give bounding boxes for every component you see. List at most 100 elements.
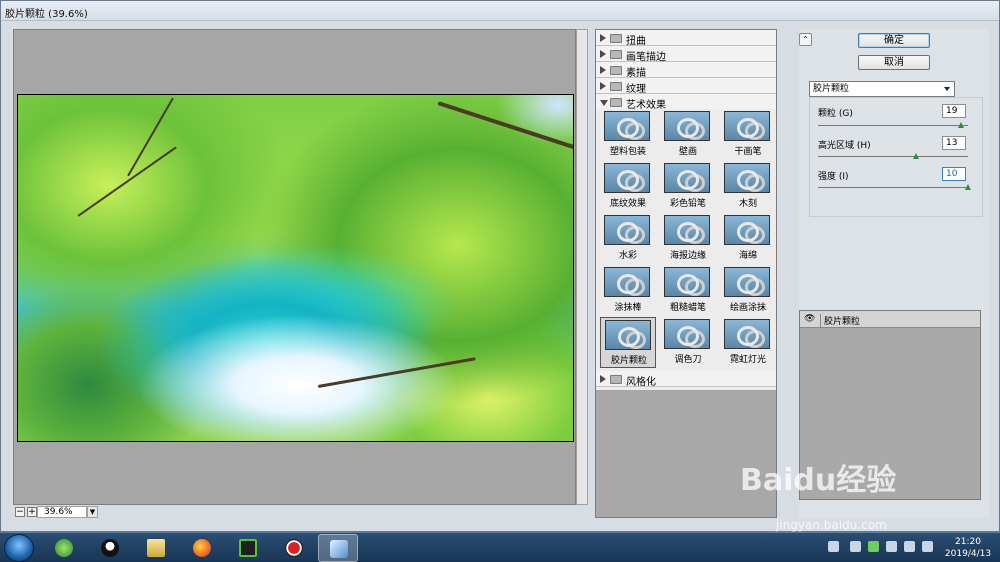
record-icon — [285, 539, 303, 557]
notification-icon[interactable] — [922, 541, 933, 552]
ok-button[interactable]: 确定 — [858, 33, 930, 48]
title-bar[interactable]: 胶片颗粒 (39.6%) — [1, 1, 999, 21]
filter-thumbnail[interactable]: 粗糙蜡笔 — [660, 265, 716, 316]
filter-thumbnail[interactable]: 海报边缘 — [660, 213, 716, 264]
filter-thumbnail-label: 海绵 — [738, 251, 757, 261]
zoom-in-button[interactable]: + — [27, 507, 37, 517]
category-sketch[interactable]: 素描 — [596, 62, 776, 79]
taskbar-app-iqiyi[interactable] — [228, 534, 268, 562]
preview-image[interactable] — [17, 94, 574, 442]
expand-arrow-icon — [600, 34, 606, 42]
filter-thumbnail[interactable]: 壁画 — [660, 109, 716, 160]
filter-preview-icon — [724, 319, 770, 349]
taskbar-app-360[interactable] — [44, 534, 84, 562]
filter-thumbnail[interactable]: 水彩 — [600, 213, 656, 264]
filter-preview-icon — [604, 215, 650, 245]
intensity-input[interactable]: 10 — [942, 167, 966, 181]
collapse-arrow-icon — [600, 100, 608, 106]
filter-thumbnail[interactable]: 胶片颗粒 — [600, 317, 656, 368]
filter-thumbnail[interactable]: 彩色铅笔 — [660, 161, 716, 212]
expand-arrow-icon — [600, 375, 606, 383]
chevron-down-icon — [944, 87, 950, 91]
folder-icon — [147, 539, 165, 557]
grain-slider-track[interactable] — [818, 125, 968, 126]
category-distort[interactable]: 扭曲 — [596, 30, 776, 47]
taskbar-clock[interactable]: 21:20 2019/4/13 — [940, 536, 996, 560]
category-brush-strokes[interactable]: 画笔描边 — [596, 46, 776, 63]
filter-thumbnail[interactable]: 底纹效果 — [600, 161, 656, 212]
intensity-slider-track[interactable] — [818, 187, 968, 188]
keyboard-icon[interactable] — [828, 541, 839, 552]
filter-thumbnail-label: 塑料包装 — [609, 147, 646, 157]
filter-thumbnail-label: 水彩 — [618, 251, 637, 261]
cancel-button[interactable]: 取消 — [858, 55, 930, 70]
effect-layer-row[interactable]: 👁 胶片颗粒 — [800, 311, 980, 328]
filter-preview-icon — [604, 267, 650, 297]
taskbar-app-explorer[interactable] — [136, 534, 176, 562]
watermark-url: jingyan.baidu.com — [776, 518, 887, 532]
taskbar-app-qq[interactable] — [90, 534, 130, 562]
filter-thumbnail[interactable]: 干画笔 — [720, 109, 776, 160]
filter-thumbnail-label: 彩色铅笔 — [669, 199, 706, 209]
taskbar-app-recorder[interactable] — [274, 534, 314, 562]
expand-arrow-icon — [600, 82, 606, 90]
category-stylize[interactable]: 风格化 — [596, 371, 776, 388]
category-texture[interactable]: 纹理 — [596, 78, 776, 95]
grain-input[interactable]: 19 — [942, 104, 966, 118]
taskbar-app-photoshop[interactable] — [318, 534, 358, 562]
filter-preview-icon — [724, 111, 770, 141]
category-label: 素描 — [626, 68, 646, 79]
filter-select-value: 胶片颗粒 — [813, 84, 850, 94]
filter-thumbnail[interactable]: 绘画涂抹 — [720, 265, 776, 316]
chevron-up-icon[interactable] — [850, 541, 861, 552]
highlight-input[interactable]: 13 — [942, 136, 966, 150]
expand-arrow-icon — [600, 50, 606, 58]
zoom-dropdown-button[interactable]: ▼ — [87, 506, 98, 518]
video-icon — [239, 539, 257, 557]
filter-thumbnail[interactable]: 霓虹灯光 — [720, 317, 776, 368]
filter-thumbnail[interactable]: 塑料包装 — [600, 109, 656, 160]
filter-preview-icon — [724, 215, 770, 245]
filter-select[interactable]: 胶片颗粒 — [809, 81, 955, 97]
start-button[interactable] — [4, 534, 34, 562]
eye-icon[interactable]: 👁 — [804, 314, 816, 324]
system-tray — [820, 541, 940, 555]
filter-parameters: 颗粒 (G) 19 高光区域 (H) 13 强度 (I) 10 — [809, 97, 983, 217]
filter-thumbnail[interactable]: 调色刀 — [660, 317, 716, 368]
filter-gallery-panel: 扭曲 画笔描边 素描 纹理 艺术效果 塑料包装 壁画干画笔 底纹效果 彩色铅笔 … — [595, 29, 777, 518]
preview-canvas[interactable] — [13, 29, 576, 505]
filter-thumbnail[interactable]: 涂抹棒 — [600, 265, 656, 316]
collapse-gallery-button[interactable]: ⌃ — [799, 33, 812, 46]
zoom-level-field[interactable]: 39.6% — [37, 506, 87, 518]
filter-thumbnail[interactable]: 木刻 — [720, 161, 776, 212]
filter-preview-icon — [664, 215, 710, 245]
network-icon[interactable] — [886, 541, 897, 552]
folder-icon — [610, 34, 622, 43]
filter-preview-icon — [605, 320, 651, 350]
filter-preview-icon — [604, 163, 650, 193]
zoom-controls: − + 39.6% ▼ — [13, 506, 189, 518]
wechat-icon[interactable] — [868, 541, 879, 552]
volume-icon[interactable] — [904, 541, 915, 552]
artistic-thumbnail-grid: 塑料包装 壁画 干画笔底纹效果 彩色铅笔 木刻水彩 海报边缘 海绵涂抹棒 粗糙蜡笔 绘画涂抹胶片… — [596, 109, 776, 369]
folder-icon — [610, 82, 622, 91]
filter-thumbnail-label: 绘画涂抹 — [729, 303, 766, 313]
filter-thumbnail-label: 涂抹棒 — [614, 303, 642, 313]
feather-icon — [330, 540, 348, 558]
filter-gallery-window: 胶片颗粒 (39.6%) − + 39.6% ▼ 扭曲 画笔描边 素描 纹理 艺… — [0, 0, 1000, 532]
category-artistic[interactable]: 艺术效果 — [596, 94, 776, 111]
branch-shape — [437, 101, 573, 152]
highlight-slider-track[interactable] — [818, 156, 968, 157]
filter-thumbnail[interactable]: 海绵 — [720, 213, 776, 264]
filter-thumbnail-label: 胶片颗粒 — [610, 356, 647, 366]
zoom-out-button[interactable]: − — [15, 507, 25, 517]
clock-time: 21:20 — [955, 537, 981, 547]
taskbar-app-firefox[interactable] — [182, 534, 222, 562]
highlight-slider-handle[interactable] — [912, 153, 919, 159]
settings-panel: ⌃ 确定 取消 胶片颗粒 颗粒 (G) 19 高光区域 (H) 13 强度 (I… — [799, 29, 989, 518]
canvas-scrollbar[interactable] — [576, 29, 588, 505]
filter-preview-icon — [724, 163, 770, 193]
intensity-slider-handle[interactable] — [965, 184, 971, 190]
firefox-icon — [193, 539, 211, 557]
grain-slider-handle[interactable] — [957, 122, 964, 128]
